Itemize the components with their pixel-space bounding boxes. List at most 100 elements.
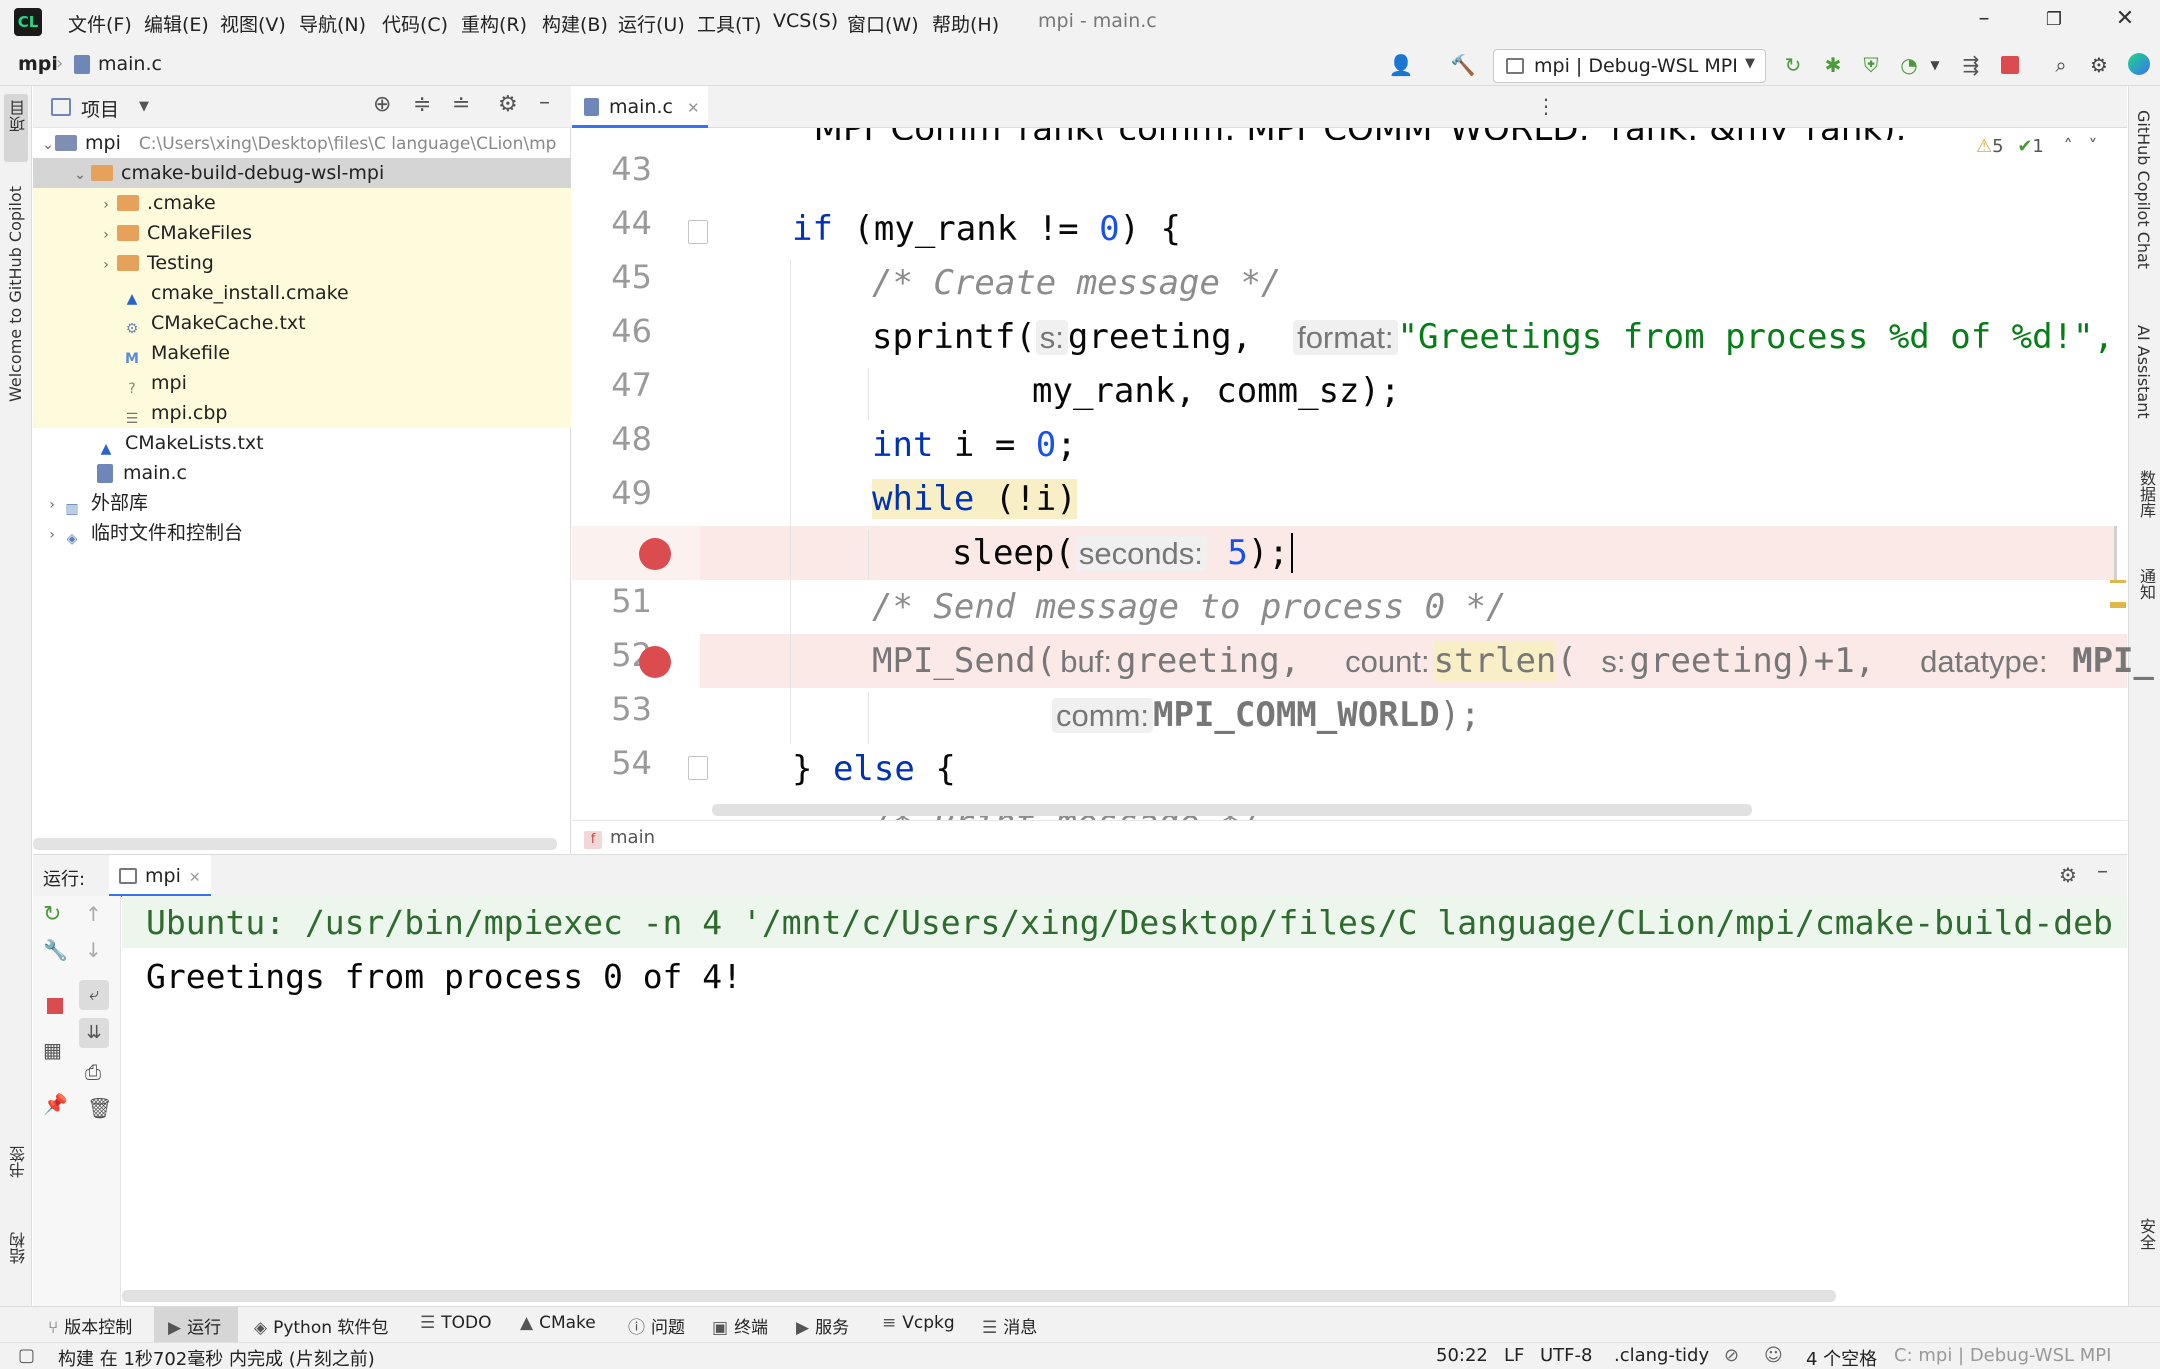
tree-row-mpi-root[interactable]: ⌄ mpi C:\Users\xing\Desktop\files\C langu… <box>33 128 571 158</box>
project-horizontal-scrollbar[interactable] <box>33 838 557 850</box>
more-tabs-icon[interactable]: ⋮ <box>1536 94 1556 118</box>
status-panel-toggle-icon[interactable]: ▢ <box>18 1345 35 1366</box>
resolve-context[interactable]: C: mpi | Debug-WSL MPI <box>1894 1345 2111 1366</box>
tool-cmake[interactable]: ▲ CMake <box>520 1313 596 1333</box>
console-horizontal-scrollbar[interactable] <box>122 1290 1836 1302</box>
locate-file-icon[interactable]: ⊕ <box>373 92 391 117</box>
tool-python-packages[interactable]: ◈ Python 软件包 <box>254 1313 388 1338</box>
tree-row-main-c[interactable]: main.c <box>33 458 571 488</box>
soft-wrap-icon[interactable]: ⤶ <box>79 980 109 1010</box>
menu-run[interactable]: 运行(U) <box>618 10 685 37</box>
tree-row-cmake-build-debug-wsl-mpi[interactable]: ⌄ cmake-build-debug-wsl-mpi <box>33 158 571 188</box>
caret-position[interactable]: 50:22 <box>1436 1345 1488 1366</box>
ide-plugin-icon[interactable] <box>2128 53 2150 75</box>
breakpoint-icon[interactable] <box>639 538 671 570</box>
collapse-all-icon[interactable]: ≐ <box>452 92 470 117</box>
close-tab-icon[interactable]: ✕ <box>189 870 201 886</box>
ai-assistant-tool-button[interactable]: AI Assistant <box>2134 325 2153 419</box>
breadcrumb-function[interactable]: main <box>610 827 655 848</box>
tree-row-dot-cmake[interactable]: › .cmake <box>33 188 571 218</box>
rerun-icon[interactable]: ↻ <box>1780 52 1806 78</box>
hide-run-panel-icon[interactable]: – <box>2097 859 2108 884</box>
editor-horizontal-scrollbar[interactable] <box>712 804 1752 816</box>
tree-row-cmakelists[interactable]: ▲ CMakeLists.txt <box>33 428 571 458</box>
account-icon[interactable]: 👤 <box>1388 52 1414 78</box>
tree-row-scratches[interactable]: › ◈ 临时文件和控制台 <box>33 518 571 548</box>
copilot-chat-tool-button[interactable]: GitHub Copilot Chat <box>2134 110 2153 269</box>
file-encoding[interactable]: UTF-8 <box>1540 1345 1592 1366</box>
tree-row-mpi-binary[interactable]: ? mpi <box>33 368 571 398</box>
restore-button[interactable]: ❐ <box>2039 9 2069 30</box>
menu-edit[interactable]: 编辑(E) <box>144 10 209 37</box>
hide-panel-icon[interactable]: – <box>539 90 550 115</box>
tool-vcpkg[interactable]: ≡ Vcpkg <box>882 1313 955 1333</box>
tool-todo[interactable]: ☰ TODO <box>420 1313 492 1333</box>
project-tool-button[interactable]: 项目 <box>4 94 28 162</box>
menu-view[interactable]: 视图(V) <box>220 10 286 37</box>
tool-version-control[interactable]: ⑂ 版本控制 <box>48 1313 132 1338</box>
breadcrumb-project[interactable]: mpi <box>18 53 58 75</box>
tree-row-testing[interactable]: › Testing <box>33 248 571 278</box>
structure-tool-button[interactable]: 结构 <box>4 1232 28 1292</box>
status-message[interactable]: 构建 在 1秒702毫秒 内完成 (片刻之前) <box>58 1345 375 1369</box>
tree-row-external-libraries[interactable]: › ▥ 外部库 <box>33 488 571 518</box>
layout-icon[interactable]: ▦ <box>43 1038 62 1062</box>
copilot-status-icon[interactable]: ☺ <box>1764 1345 1783 1366</box>
clang-tidy-status[interactable]: .clang-tidy <box>1614 1345 1709 1366</box>
run-options-gear-icon[interactable]: ⚙ <box>2059 863 2077 887</box>
security-tool-button[interactable]: 安全 <box>2134 1218 2158 1250</box>
rerun-icon[interactable]: ↻ <box>43 902 61 927</box>
tool-problems[interactable]: ⓘ 问题 <box>628 1313 685 1338</box>
stop-icon[interactable] <box>2001 56 2019 74</box>
bookmarks-tool-button[interactable]: 书签 <box>4 1146 28 1206</box>
run-configuration-select[interactable]: mpi | Debug-WSL MPI ▼ <box>1493 49 1766 83</box>
minimize-button[interactable]: – <box>1969 6 1999 31</box>
database-tool-button[interactable]: 数据库 <box>2134 470 2158 518</box>
build-hammer-icon[interactable]: 🔨 <box>1450 52 1476 78</box>
profiler-dropdown-icon[interactable]: ▼ <box>1922 52 1948 78</box>
menu-code[interactable]: 代码(C) <box>382 10 448 37</box>
menu-vcs[interactable]: VCS(S) <box>773 10 838 32</box>
trash-icon[interactable]: 🗑 <box>87 1096 112 1120</box>
tool-terminal[interactable]: ▣ 终端 <box>712 1313 768 1338</box>
attach-icon[interactable]: ⇶ <box>1958 52 1984 78</box>
notifications-tool-button[interactable]: 通知 <box>2134 568 2158 600</box>
view-dropdown-icon[interactable]: ▼ <box>139 99 149 114</box>
tree-row-mpi-cbp[interactable]: ☰ mpi.cbp <box>33 398 571 428</box>
debug-bug-icon[interactable]: ✱ <box>1820 52 1846 78</box>
tab-main-c-active[interactable]: main.c ✕ <box>572 86 708 128</box>
down-arrow-icon[interactable]: ↓ <box>85 938 102 962</box>
indent-setting[interactable]: 4 个空格 <box>1806 1345 1877 1369</box>
menu-file[interactable]: 文件(F) <box>68 10 132 37</box>
breakpoint-icon[interactable] <box>639 646 671 678</box>
coverage-icon[interactable]: ⛨ <box>1858 52 1884 78</box>
menu-tools[interactable]: 工具(T) <box>697 10 761 37</box>
line-separator[interactable]: LF <box>1504 1345 1524 1366</box>
close-tab-icon[interactable]: ✕ <box>687 99 700 117</box>
tree-row-makefile[interactable]: M Makefile <box>33 338 571 368</box>
expand-all-icon[interactable]: ≑ <box>413 92 431 117</box>
pin-icon[interactable]: 📌 <box>43 1092 68 1116</box>
copilot-welcome-tool-button[interactable]: Welcome to GitHub Copilot <box>4 186 28 436</box>
menu-navigate[interactable]: 导航(N) <box>299 10 366 37</box>
panel-options-gear-icon[interactable]: ⚙ <box>498 92 518 117</box>
menu-build[interactable]: 构建(B) <box>542 10 608 37</box>
scroll-to-end-icon[interactable]: ⇊ <box>79 1018 109 1048</box>
tree-row-cmakecache[interactable]: ⚙ CMakeCache.txt <box>33 308 571 338</box>
profiler-icon[interactable]: ◔ <box>1896 52 1922 78</box>
up-arrow-icon[interactable]: ↑ <box>85 902 102 926</box>
wrench-icon[interactable]: 🔧 <box>43 938 68 962</box>
close-window-button[interactable]: ✕ <box>2110 6 2140 31</box>
run-tab-mpi[interactable]: mpi ✕ <box>109 855 211 897</box>
breadcrumb-file[interactable]: main.c <box>98 53 162 75</box>
search-icon[interactable]: ⌕ <box>2048 52 2074 78</box>
warning-stripe-marker[interactable] <box>2110 602 2126 608</box>
menu-refactor[interactable]: 重构(R) <box>461 10 527 37</box>
settings-gear-icon[interactable]: ⚙ <box>2086 52 2112 78</box>
warning-stripe-marker[interactable] <box>2110 580 2126 583</box>
menu-help[interactable]: 帮助(H) <box>932 10 999 37</box>
menu-window[interactable]: 窗口(W) <box>847 10 919 37</box>
stop-icon[interactable] <box>47 998 63 1014</box>
project-panel-title[interactable]: 项目 <box>81 95 119 122</box>
tree-row-cmake-install[interactable]: ▲ cmake_install.cmake <box>33 278 571 308</box>
